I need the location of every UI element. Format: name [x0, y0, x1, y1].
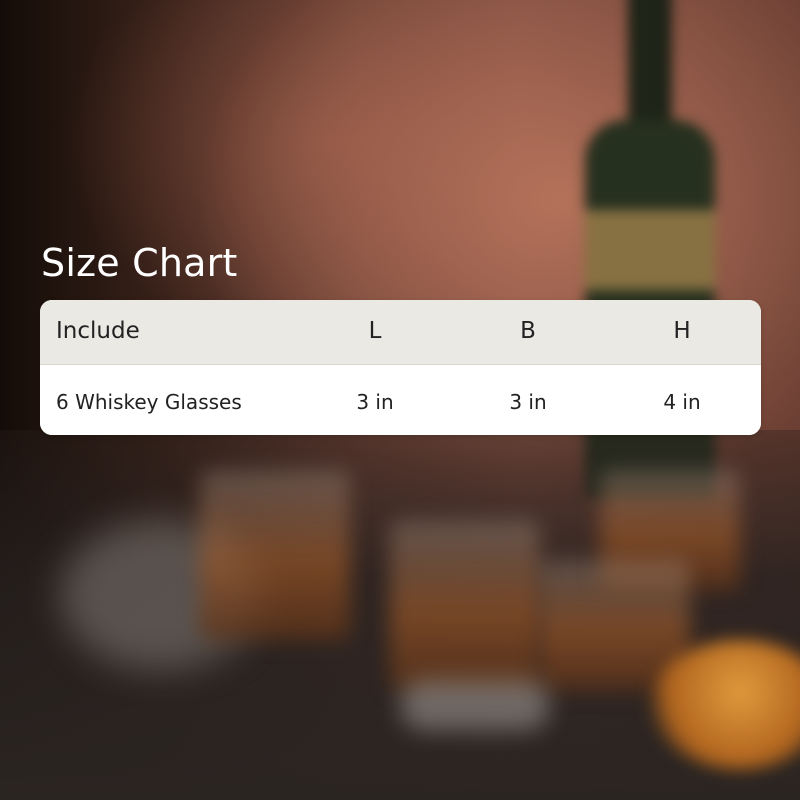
cell-include: 6 Whiskey Glasses: [56, 390, 242, 414]
table-row: 6 Whiskey Glasses 3 in 3 in 4 in: [40, 365, 761, 435]
whiskey-glass-image: [390, 520, 540, 690]
page-title: Size Chart: [41, 241, 238, 285]
whiskey-stones-image: [400, 680, 550, 730]
table-header-row: Include L B H: [40, 300, 761, 365]
header-include: Include: [56, 318, 140, 344]
whiskey-glass-image: [200, 470, 350, 640]
size-chart-table: Include L B H 6 Whiskey Glasses 3 in 3 i…: [40, 300, 761, 435]
